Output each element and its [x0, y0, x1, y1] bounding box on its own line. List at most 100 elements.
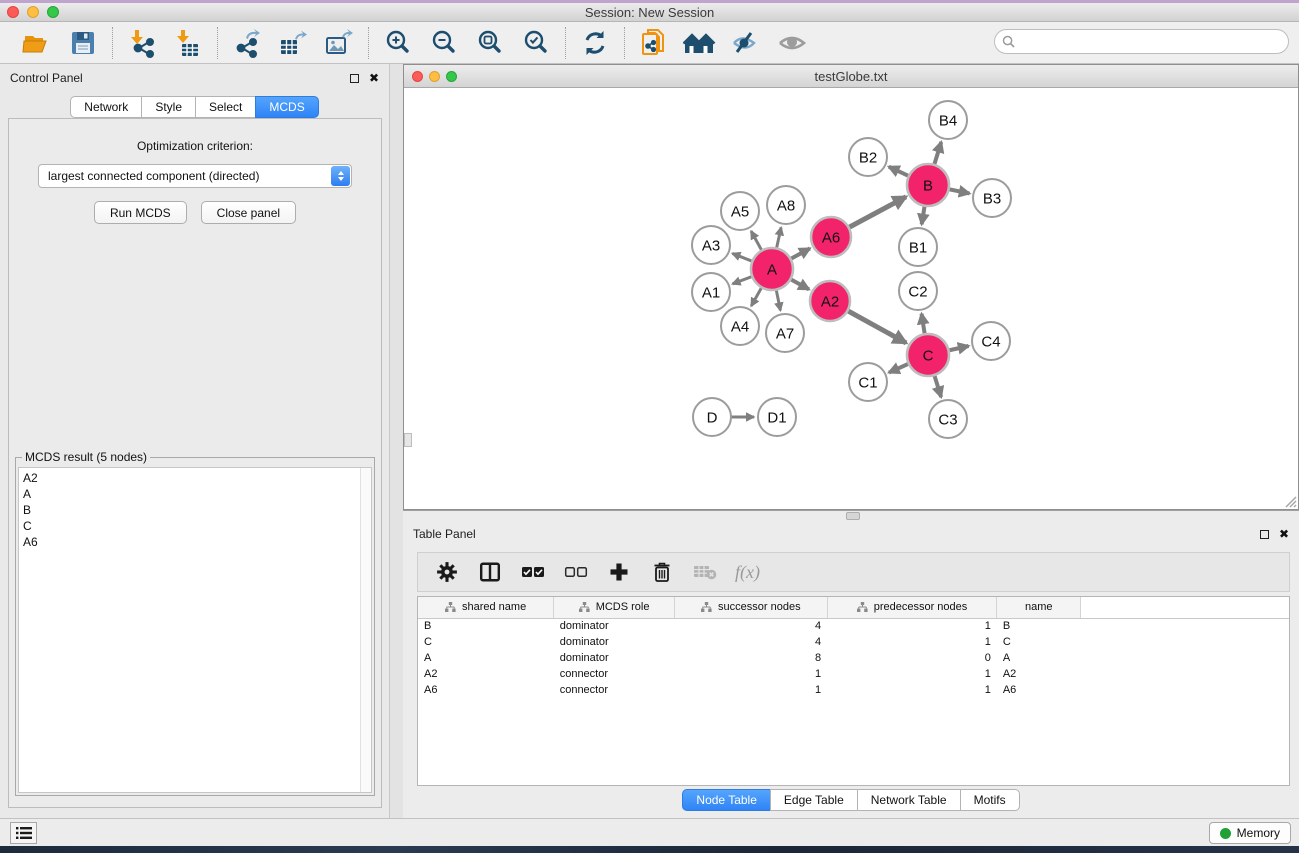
close-panel-icon[interactable]: ✖: [369, 73, 379, 83]
zoom-fit-icon[interactable]: [473, 26, 507, 60]
table-settings-gear-icon[interactable]: [434, 559, 460, 585]
window-resize-grip[interactable]: [1283, 494, 1297, 508]
table-cell[interactable]: 1: [827, 634, 997, 650]
deselect-all-icon[interactable]: [563, 559, 589, 585]
node-D1[interactable]: D1: [758, 398, 796, 436]
horizontal-splitter[interactable]: [403, 510, 1299, 520]
table-cell[interactable]: A: [997, 650, 1081, 666]
node-B4[interactable]: B4: [929, 101, 967, 139]
table-cell[interactable]: dominator: [554, 618, 675, 634]
network-canvas[interactable]: AA1A2A3A4A5A6A7A8BB1B2B3B4CC1C2C3C4DD1: [404, 88, 1298, 509]
node-A5[interactable]: A5: [721, 192, 759, 230]
mcds-result-item[interactable]: A: [23, 486, 371, 502]
tab-network-table[interactable]: Network Table: [857, 789, 961, 811]
add-column-icon[interactable]: [606, 559, 632, 585]
home-networks-icon[interactable]: [683, 26, 717, 60]
mcds-result-list[interactable]: A2ABCA6: [18, 467, 372, 793]
close-panel-button[interactable]: Close panel: [201, 201, 296, 224]
node-A2[interactable]: A2: [810, 281, 850, 321]
table-row[interactable]: A6connector11A6: [418, 682, 1289, 698]
table-cell[interactable]: A6: [997, 682, 1081, 698]
table-cell[interactable]: 0: [827, 650, 997, 666]
zoom-in-icon[interactable]: [381, 26, 415, 60]
mcds-result-item[interactable]: B: [23, 502, 371, 518]
tab-motifs[interactable]: Motifs: [960, 789, 1020, 811]
table-row[interactable]: Bdominator41B: [418, 618, 1289, 634]
splitter-handle[interactable]: [846, 512, 860, 520]
table-cell[interactable]: B: [418, 618, 554, 634]
run-mcds-button[interactable]: Run MCDS: [94, 201, 187, 224]
table-cell[interactable]: C: [997, 634, 1081, 650]
import-network-icon[interactable]: [125, 26, 159, 60]
list-scrollbar[interactable]: [360, 468, 371, 792]
table-cell[interactable]: 1: [827, 618, 997, 634]
hide-details-icon[interactable]: [729, 26, 763, 60]
table-cell[interactable]: A2: [418, 666, 554, 682]
node-C4[interactable]: C4: [972, 322, 1010, 360]
node-A3[interactable]: A3: [692, 226, 730, 264]
tab-select[interactable]: Select: [195, 96, 256, 118]
show-eye-icon[interactable]: [775, 26, 809, 60]
node-A8[interactable]: A8: [767, 186, 805, 224]
zoom-selected-icon[interactable]: [519, 26, 553, 60]
node-B3[interactable]: B3: [973, 179, 1011, 217]
node-D[interactable]: D: [693, 398, 731, 436]
show-column-pane-icon[interactable]: [477, 559, 503, 585]
table-cell[interactable]: 1: [827, 682, 997, 698]
node-C2[interactable]: C2: [899, 272, 937, 310]
column-header-predecessor-nodes[interactable]: predecessor nodes: [827, 597, 997, 618]
table-cell[interactable]: A: [418, 650, 554, 666]
table-cell[interactable]: 1: [674, 682, 827, 698]
float-panel-icon[interactable]: [350, 74, 359, 83]
table-cell[interactable]: 8: [674, 650, 827, 666]
node-C1[interactable]: C1: [849, 363, 887, 401]
export-table-icon[interactable]: [276, 26, 310, 60]
mcds-result-item[interactable]: A2: [23, 470, 371, 486]
node-B[interactable]: B: [907, 164, 949, 206]
table-cell[interactable]: dominator: [554, 650, 675, 666]
column-header-successor-nodes[interactable]: successor nodes: [674, 597, 827, 618]
duplicate-network-icon[interactable]: [637, 26, 671, 60]
table-cell[interactable]: B: [997, 618, 1081, 634]
table-cell[interactable]: 4: [674, 618, 827, 634]
tab-mcds[interactable]: MCDS: [255, 96, 318, 118]
tab-network[interactable]: Network: [70, 96, 142, 118]
node-A[interactable]: A: [751, 248, 793, 290]
float-table-panel-icon[interactable]: [1260, 530, 1269, 539]
node-B1[interactable]: B1: [899, 228, 937, 266]
splitter-grip[interactable]: [404, 433, 412, 447]
table-cell[interactable]: connector: [554, 666, 675, 682]
table-cell[interactable]: C: [418, 634, 554, 650]
select-all-icon[interactable]: [520, 559, 546, 585]
table-row[interactable]: Adominator80A: [418, 650, 1289, 666]
tab-style[interactable]: Style: [141, 96, 196, 118]
search-input[interactable]: [1020, 35, 1270, 49]
node-A6[interactable]: A6: [811, 217, 851, 257]
table-row[interactable]: Cdominator41C: [418, 634, 1289, 650]
table-cell[interactable]: 1: [674, 666, 827, 682]
table-row[interactable]: A2connector11A2: [418, 666, 1289, 682]
node-C[interactable]: C: [907, 334, 949, 376]
open-session-icon[interactable]: [20, 26, 54, 60]
network-window-titlebar[interactable]: testGlobe.txt: [404, 65, 1298, 88]
mcds-result-item[interactable]: C: [23, 518, 371, 534]
save-session-icon[interactable]: [66, 26, 100, 60]
delete-column-trash-icon[interactable]: [649, 559, 675, 585]
node-C3[interactable]: C3: [929, 400, 967, 438]
table-cell[interactable]: 4: [674, 634, 827, 650]
mcds-result-item[interactable]: A6: [23, 534, 371, 550]
close-table-panel-icon[interactable]: ✖: [1279, 529, 1289, 539]
tab-edge-table[interactable]: Edge Table: [770, 789, 858, 811]
table-cell[interactable]: dominator: [554, 634, 675, 650]
refresh-layout-icon[interactable]: [578, 26, 612, 60]
table-cell[interactable]: A2: [997, 666, 1081, 682]
search-field[interactable]: [994, 29, 1289, 54]
import-table-icon[interactable]: [171, 26, 205, 60]
table-cell[interactable]: connector: [554, 682, 675, 698]
node-A7[interactable]: A7: [766, 314, 804, 352]
task-history-button[interactable]: [10, 822, 37, 844]
criterion-select[interactable]: largest connected component (directed): [38, 164, 352, 188]
node-A4[interactable]: A4: [721, 307, 759, 345]
export-image-icon[interactable]: [322, 26, 356, 60]
column-header-MCDS-role[interactable]: MCDS role: [554, 597, 675, 618]
